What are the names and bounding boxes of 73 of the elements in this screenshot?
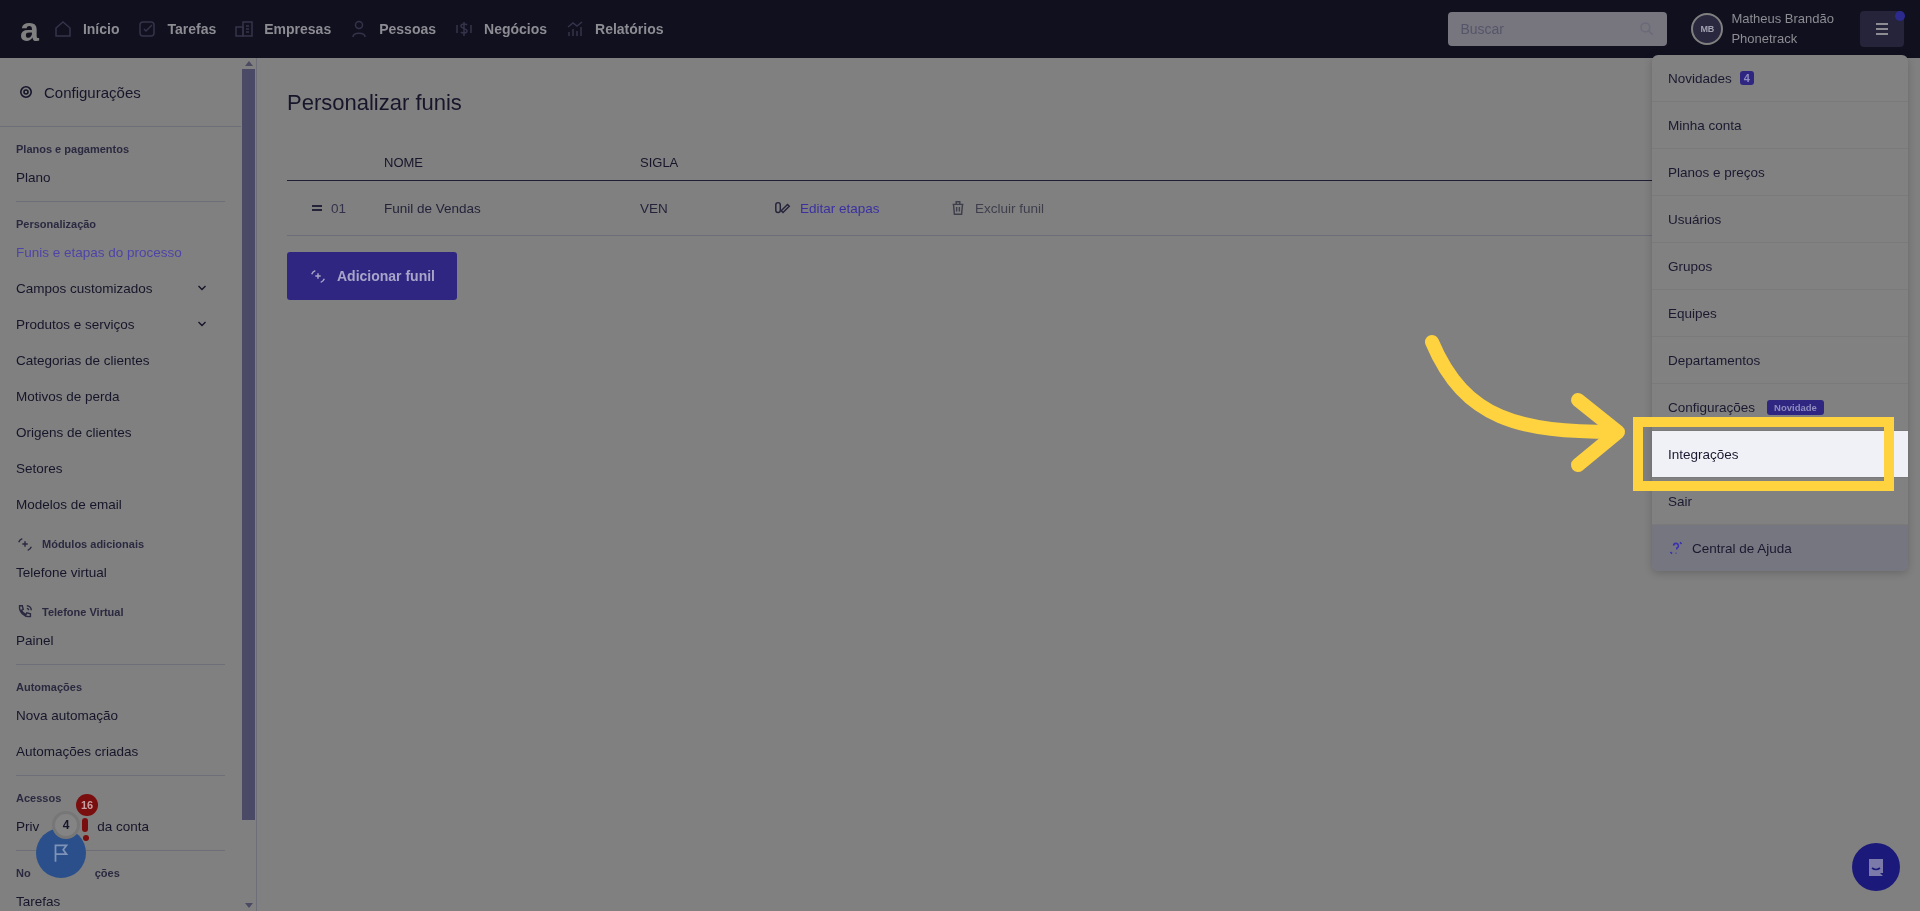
nav-link[interactable]: Pessoas [349, 19, 437, 39]
section-heading: Automações [16, 681, 83, 693]
action-link[interactable]: Excluir funil [949, 199, 1124, 217]
chat-button[interactable] [1852, 843, 1900, 891]
action-link[interactable]: Editar etapas [774, 199, 949, 217]
nav-icon [234, 19, 255, 39]
table-cell-text: Funil de Vendas [384, 200, 482, 216]
column-header: NOME [384, 154, 424, 170]
sidebar-item[interactable]: Plano [16, 169, 51, 185]
add-button[interactable]: Adicionar funil [287, 252, 457, 300]
menu-item[interactable]: Equipes [1652, 290, 1717, 336]
sidebar-item[interactable]: Categorias de clientes [16, 352, 150, 368]
column-header: SIGLA [640, 154, 680, 170]
page-title: Personalizar funis [287, 90, 463, 116]
menu-item[interactable]: Grupos [1652, 243, 1713, 289]
section-heading: Personalização [16, 218, 97, 230]
scrollbar-thumb[interactable] [242, 69, 255, 820]
nav-icon [137, 19, 158, 39]
menu-item[interactable]: Usuários [1652, 196, 1722, 242]
nav-link[interactable]: Empresas [234, 19, 332, 39]
sidebar-item[interactable]: Tarefas [16, 893, 61, 909]
sidebar-item[interactable]: Modelos de email [16, 496, 122, 512]
settings-icon [18, 84, 34, 100]
sidebar-item[interactable]: Origens de clientes [16, 424, 132, 440]
scroll-down-icon[interactable] [244, 903, 253, 908]
section-heading: Acessos [16, 792, 62, 804]
help-link[interactable]: Central de Ajuda [1652, 525, 1908, 571]
menu-item[interactable]: Integrações [1652, 431, 1908, 477]
sidebar-item[interactable]: da conta [97, 818, 150, 834]
sidebar-item[interactable]: Priv [16, 818, 40, 834]
sidebar-item[interactable]: Automações criadas [16, 743, 139, 759]
section-heading: Planos e pagamentos [16, 143, 130, 155]
menu-button[interactable] [1860, 11, 1904, 47]
count-badge: 4 [52, 811, 80, 839]
menu-item[interactable]: Planos e preços [1652, 149, 1765, 195]
logo[interactable]: a [20, 12, 39, 46]
nav-link[interactable]: Negócios [454, 19, 548, 39]
menu-item[interactable]: Minha conta [1652, 102, 1742, 148]
section-heading: ções [94, 867, 120, 879]
section-heading: No [16, 867, 31, 879]
section-heading: Módulos adicionais [42, 538, 145, 550]
section-heading: Telefone Virtual [42, 606, 124, 618]
sidebar-title: Configurações [44, 83, 141, 101]
user-name: Matheus Brandão [1731, 10, 1834, 28]
nav-icon [454, 19, 475, 39]
sidebar-item[interactable]: Campos customizados [16, 280, 153, 296]
sidebar-item[interactable]: Telefone virtual [16, 564, 107, 580]
nav-link[interactable]: Relatórios [565, 19, 664, 39]
menu-item[interactable]: Novidades [1652, 55, 1732, 101]
menu-item[interactable]: Configurações [1652, 384, 1756, 430]
sidebar-item[interactable]: Setores [16, 460, 63, 476]
sidebar-item[interactable]: Motivos de perda [16, 388, 120, 404]
table-cell: 01 [331, 200, 347, 216]
help-icon [1668, 540, 1684, 556]
sidebar-item[interactable]: Nova automação [16, 707, 119, 723]
menu-item[interactable]: Departamentos [1652, 337, 1761, 383]
count-badge: 4 [1739, 71, 1754, 85]
nav-link[interactable]: Tarefas [137, 19, 217, 39]
sidebar-item[interactable]: Produtos e serviços [16, 316, 135, 332]
nav-link[interactable]: Início [52, 19, 120, 39]
nav-icon [52, 19, 73, 39]
dot-icon [83, 835, 89, 841]
plus-icon [309, 267, 327, 285]
notification-dot [1895, 11, 1905, 21]
plus-icon [16, 535, 34, 553]
notification-badge: 16 [76, 794, 98, 816]
table-cell-text: VEN [640, 200, 669, 216]
drag-handle-icon[interactable] [311, 204, 323, 212]
sidebar-item[interactable]: Painel [16, 632, 54, 648]
company-name: Phonetrack [1731, 30, 1799, 48]
avatar[interactable]: MB [1691, 13, 1724, 45]
new-tag: Novidade [1767, 399, 1824, 415]
menu-item[interactable]: Sair [1652, 478, 1692, 524]
